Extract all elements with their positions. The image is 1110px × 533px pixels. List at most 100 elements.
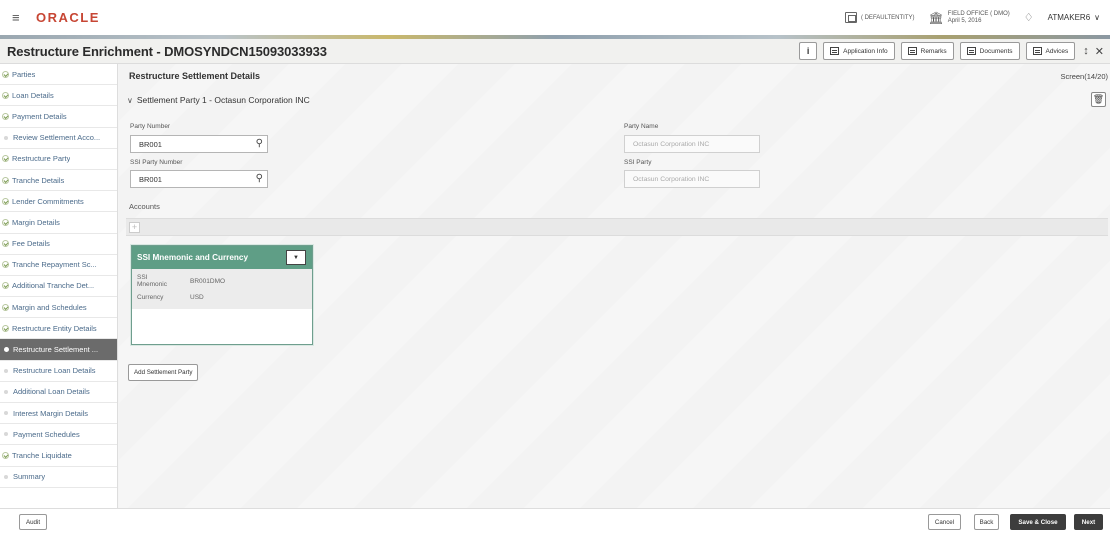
audit-button[interactable]: Audit [19, 514, 47, 530]
sidebar-item[interactable]: Restructure Entity Details [0, 318, 117, 340]
search-icon[interactable]: ⚲ [256, 138, 263, 149]
currency-row: Currency USD [137, 289, 307, 305]
sidebar-item[interactable]: Tranche Liquidate [0, 445, 117, 467]
back-button[interactable]: Back [974, 514, 999, 530]
close-icon[interactable]: ✕ [1095, 45, 1104, 58]
sidebar-item[interactable]: Fee Details [0, 234, 117, 255]
remarks-icon [907, 47, 917, 55]
ssi-card: SSI Mnemonic and Currency ▼ SSI Mnemonic… [131, 245, 313, 345]
sidebar-item[interactable]: Tranche Repayment Sc... [0, 255, 117, 276]
branch-selector[interactable]: 🏛 FIELD OFFICE ( DMO) April 5, 2016 [929, 11, 1010, 25]
sidebar-item-label: Lender Commitments [12, 196, 84, 206]
check-circle-icon [2, 218, 9, 226]
status-dot-icon [4, 347, 9, 353]
ssi-mnemonic-row: SSI Mnemonic BR001DMO [137, 273, 307, 289]
sidebar-item-label: Tranche Repayment Sc... [12, 260, 97, 270]
cancel-button[interactable]: Cancel [928, 514, 961, 530]
ssi-party-label: SSI Party [624, 159, 652, 166]
add-settlement-party-button[interactable]: Add Settlement Party [128, 364, 199, 381]
accounts-label: Accounts [129, 202, 160, 211]
sidebar-item[interactable]: Tranche Details [0, 170, 117, 192]
documents-label: Documents [979, 47, 1013, 55]
expand-icon[interactable]: ↕ [1083, 45, 1089, 58]
ssi-mnemonic-key: SSI Mnemonic [137, 274, 167, 288]
sidebar-item[interactable]: Lender Commitments [0, 191, 117, 213]
sidebar-item[interactable]: Review Settlement Acco... [0, 128, 117, 149]
status-dot-icon [4, 432, 8, 437]
sidebar-item[interactable]: Payment Schedules [0, 424, 117, 446]
status-dot-icon [4, 389, 8, 394]
chevron-down-icon: ∨ [1094, 13, 1100, 22]
plus-icon: + [131, 222, 138, 232]
sidebar-item[interactable]: Restructure Settlement ... [0, 339, 117, 361]
check-circle-icon [2, 112, 9, 120]
status-dot-icon [4, 411, 8, 416]
bell-icon[interactable]: ♢ [1024, 11, 1034, 24]
application-info-button[interactable]: Application Info [823, 42, 895, 60]
sidebar-item[interactable]: Restructure Loan Details [0, 361, 117, 382]
ssi-party-number-input[interactable]: BR001 ⚲ [130, 170, 268, 188]
remarks-button[interactable]: Remarks [900, 42, 954, 60]
delete-party-button[interactable]: 🗑 [1091, 92, 1106, 107]
check-circle-icon [2, 155, 9, 163]
ssi-card-menu-button[interactable]: ▼ [286, 250, 306, 265]
user-menu[interactable]: ATMAKER6 ∨ [1048, 13, 1100, 22]
sidebar-item-label: Restructure Settlement ... [13, 345, 99, 355]
sidebar-item-label: Margin and Schedules [12, 302, 87, 312]
party-number-value: BR001 [139, 139, 162, 149]
party-number-label: Party Number [130, 123, 171, 130]
sidebar-item-label: Restructure Party [12, 154, 71, 164]
sidebar-item[interactable]: Additional Tranche Det... [0, 276, 117, 298]
menu-icon[interactable]: ≡ [12, 10, 26, 25]
ssi-party-value: Octasun Corporation INC [633, 175, 710, 183]
top-bar: ≡ ORACLE ( DEFAULTENTITY) 🏛 FIELD OFFICE… [0, 0, 1110, 35]
ssi-card-header: SSI Mnemonic and Currency ▼ [132, 246, 312, 269]
footer-bar: Audit Cancel Back Save & Close Next [0, 508, 1110, 533]
check-circle-icon [2, 197, 9, 205]
save-close-button[interactable]: Save & Close [1010, 514, 1066, 530]
next-button[interactable]: Next [1074, 514, 1103, 530]
documents-button[interactable]: Documents [959, 42, 1020, 60]
sidebar-item[interactable]: Additional Loan Details [0, 382, 117, 403]
check-circle-icon [2, 176, 9, 184]
sidebar-item[interactable]: Restructure Party [0, 149, 117, 170]
status-dot-icon [4, 135, 8, 140]
info-button[interactable]: i [799, 42, 818, 60]
sidebar-item[interactable]: Summary [0, 467, 117, 488]
sidebar-item[interactable]: Margin Details [0, 212, 117, 234]
bank-icon: 🏛 [928, 10, 944, 25]
add-account-button[interactable]: + [129, 222, 140, 233]
user-name: ATMAKER6 [1047, 13, 1091, 22]
sidebar-item-label: Additional Tranche Det... [12, 281, 95, 291]
check-circle-icon [2, 240, 9, 248]
sidebar-item-label: Payment Details [12, 111, 67, 121]
party-name-label: Party Name [624, 123, 659, 130]
sidebar-nav: Parties Loan Details Payment Details Review… [0, 64, 118, 508]
sidebar-item-label: Interest Margin Details [13, 408, 89, 418]
sidebar-item[interactable]: Interest Margin Details [0, 403, 117, 425]
advices-button[interactable]: Advices [1025, 42, 1076, 60]
sidebar-item-label: Tranche Details [12, 175, 65, 185]
party-number-input[interactable]: BR001 ⚲ [130, 135, 268, 153]
advices-label: Advices [1045, 47, 1069, 55]
settlement-party-header[interactable]: ∨ Settlement Party 1 - Octasun Corporati… [127, 95, 310, 105]
ssi-card-body: SSI Mnemonic BR001DMO Currency USD [132, 269, 312, 309]
sidebar-item[interactable]: Margin and Schedules [0, 297, 117, 319]
title-bar: Restructure Enrichment - DMOSYNDCN150930… [0, 39, 1110, 64]
sidebar-item-label: Margin Details [12, 217, 60, 227]
check-circle-icon [2, 451, 9, 459]
sidebar-item[interactable]: Loan Details [0, 85, 117, 107]
page-title: Restructure Enrichment - DMOSYNDCN150930… [7, 43, 327, 59]
sidebar-item[interactable]: Parties [0, 64, 117, 86]
entity-selector[interactable]: ( DEFAULTENTITY) [844, 12, 915, 23]
office-date: April 5, 2016 [947, 17, 982, 24]
sidebar-item[interactable]: Payment Details [0, 106, 117, 128]
search-icon[interactable]: ⚲ [256, 173, 263, 184]
ssi-party-number-label: SSI Party Number [130, 159, 183, 166]
sidebar-item-label: Tranche Liquidate [12, 450, 72, 460]
sidebar-item-label: Additional Loan Details [13, 387, 90, 397]
advices-icon [1032, 47, 1042, 55]
title-actions: i Application Info Remarks Documents Adv… [799, 42, 1104, 60]
info-icon: i [806, 46, 810, 56]
check-circle-icon [2, 303, 9, 311]
